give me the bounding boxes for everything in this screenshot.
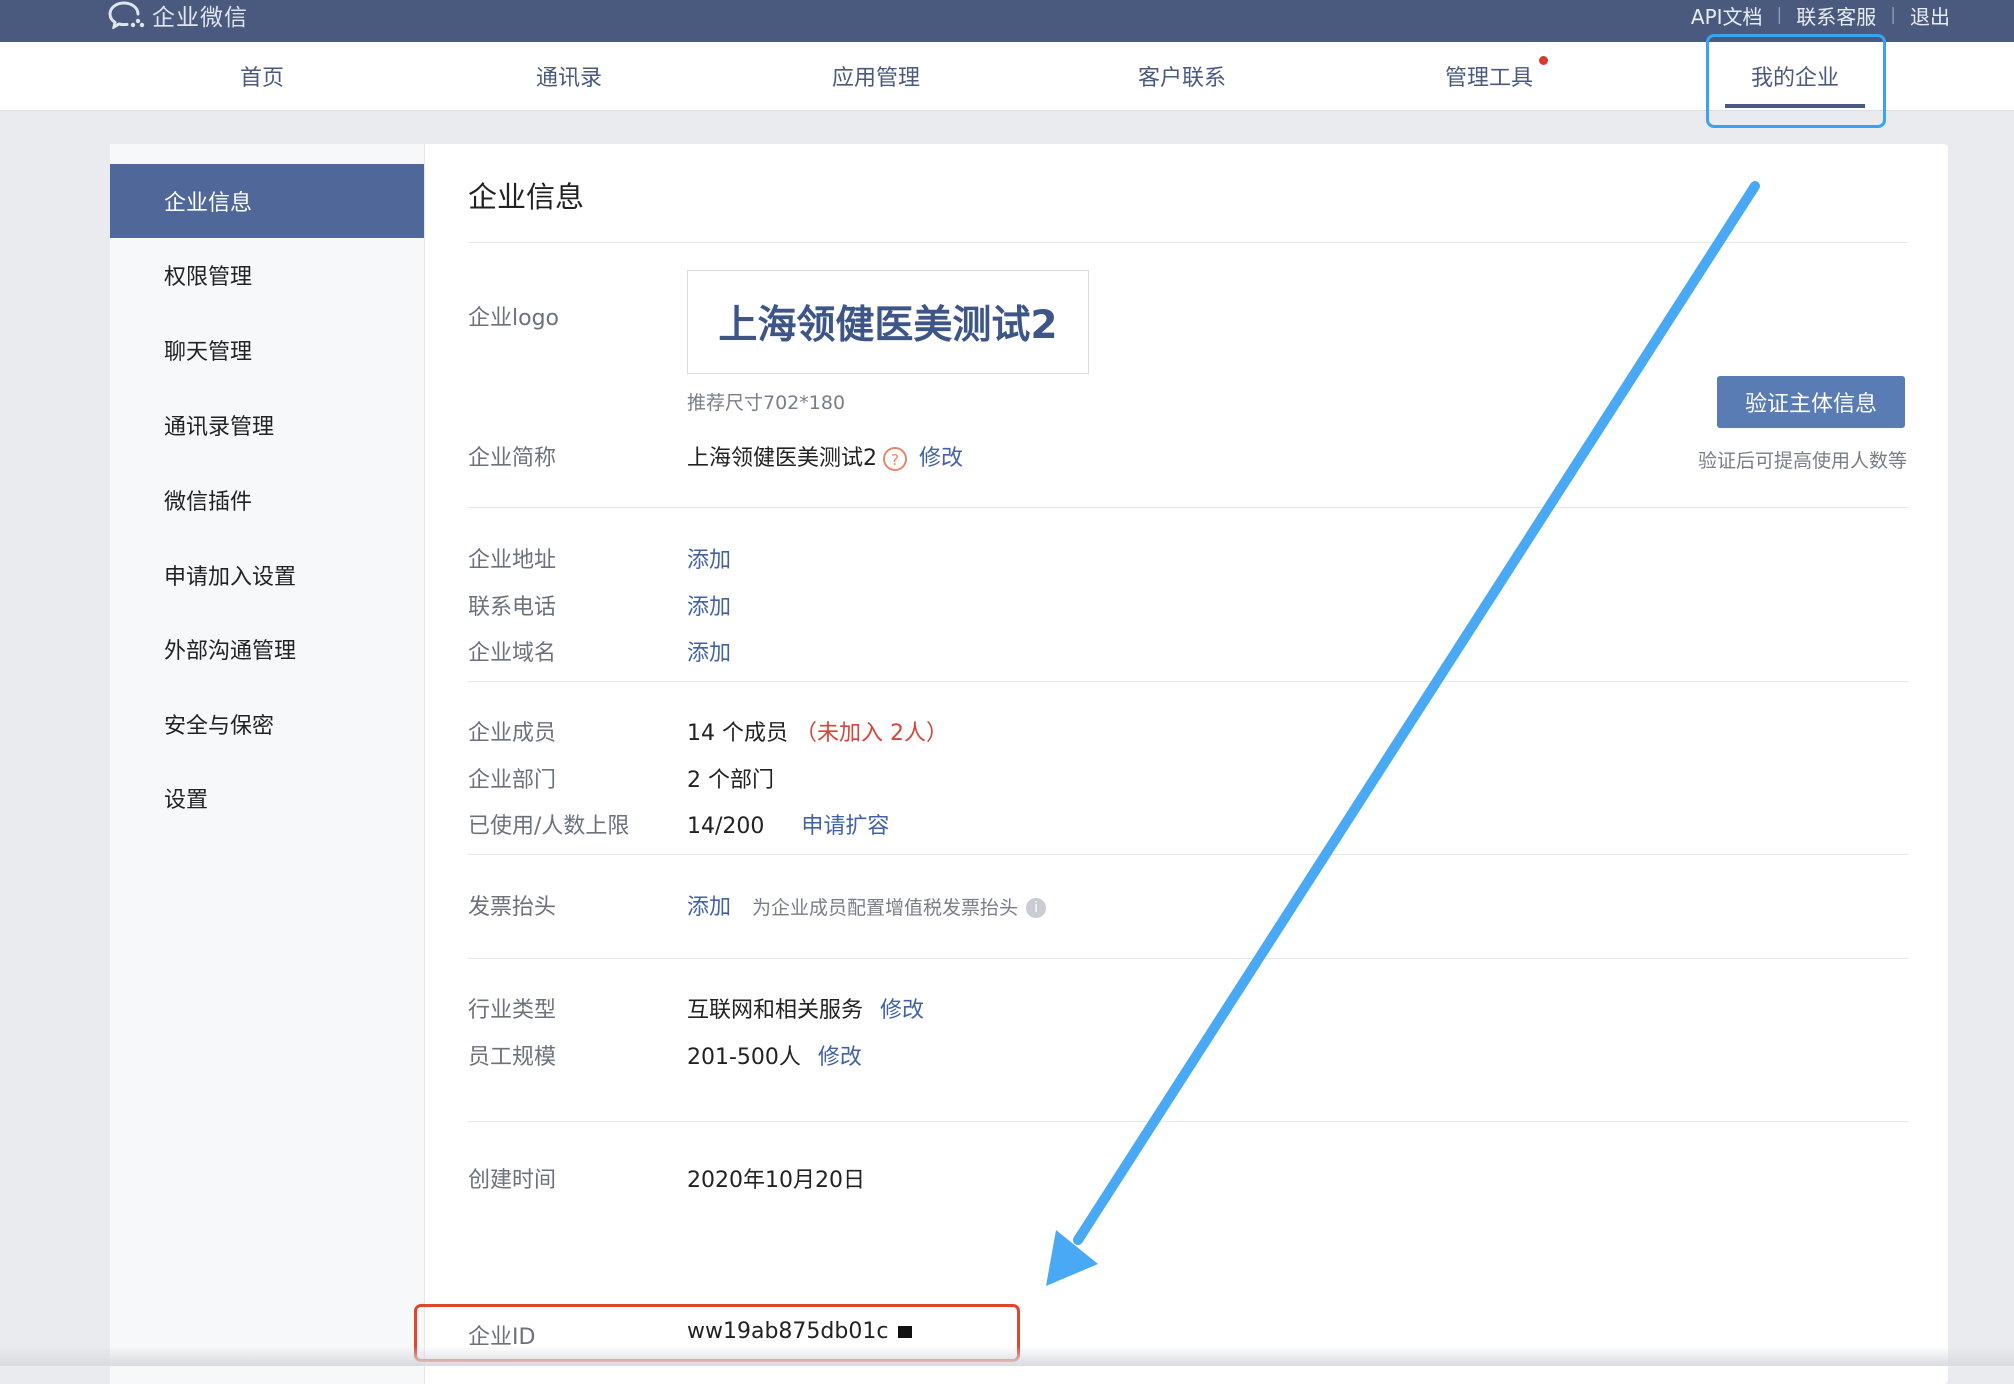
divider — [468, 1121, 1908, 1122]
add-phone-link[interactable]: 添加 — [687, 589, 731, 621]
sidebar-item-settings[interactable]: 设置 — [110, 761, 424, 835]
scale-label: 员工规模 — [468, 1045, 557, 1070]
add-domain-link[interactable]: 添加 — [687, 635, 731, 667]
divider — [468, 958, 1908, 959]
divider: | — [1776, 5, 1783, 25]
nav-customer-contact[interactable]: 客户联系 — [1072, 42, 1292, 110]
sidebar-item-label: 通讯录管理 — [164, 415, 275, 440]
scale-row: 201-500人 修改 — [687, 1039, 862, 1071]
short-name-value: 上海领健医美测试2 — [687, 446, 877, 471]
logout-link[interactable]: 退出 — [1910, 1, 1950, 30]
members-row: 14 个成员 （未加入 2人） — [687, 715, 948, 747]
main-card: 企业信息 权限管理 聊天管理 通讯录管理 微信插件 申请加入设置 外部沟通管理 … — [110, 144, 1948, 1384]
logo-size-hint: 推荐尺寸702*180 — [687, 392, 846, 414]
not-joined-count[interactable]: （未加入 2人） — [795, 721, 948, 746]
nav-management-tools[interactable]: 管理工具 — [1379, 42, 1599, 110]
sidebar-item-permissions[interactable]: 权限管理 — [110, 238, 424, 312]
contact-support-link[interactable]: 联系客服 — [1796, 1, 1876, 30]
sidebar-item-chat-management[interactable]: 聊天管理 — [110, 313, 424, 387]
wecom-logo-icon — [108, 1, 145, 29]
verify-hint: 验证后可提高使用人数等 — [1697, 450, 1907, 472]
industry-label: 行业类型 — [468, 998, 557, 1023]
members-label: 企业成员 — [468, 721, 557, 746]
invoice-row: 添加 为企业成员配置增值税发票抬头 i — [687, 889, 1047, 921]
members-count: 14 个成员 — [687, 721, 788, 746]
notification-dot — [1539, 56, 1548, 65]
top-links: API文档 | 联系客服 | 退出 — [1691, 0, 1950, 30]
nav-label: 首页 — [239, 66, 284, 91]
nav-home[interactable]: 首页 — [152, 42, 372, 110]
divider — [468, 854, 1908, 855]
edit-short-name-link[interactable]: 修改 — [919, 446, 963, 471]
edit-scale-link[interactable]: 修改 — [818, 1045, 862, 1070]
sidebar-item-label: 设置 — [164, 788, 209, 813]
brand-name: 企业微信 — [152, 5, 248, 31]
sidebar-item-external-communication[interactable]: 外部沟通管理 — [110, 612, 424, 686]
bottom-edge-shadow — [0, 1346, 2014, 1366]
industry-value: 互联网和相关服务 — [687, 998, 864, 1023]
sidebar-item-label: 企业信息 — [164, 191, 253, 216]
api-docs-link[interactable]: API文档 — [1691, 1, 1763, 30]
nav-label: 管理工具 — [1444, 66, 1533, 91]
quota-value: 14/200 — [687, 814, 765, 839]
info-icon[interactable]: i — [1026, 898, 1047, 918]
short-name-row: 上海领健医美测试2? 修改 — [687, 440, 963, 472]
sidebar-item-enterprise-info[interactable]: 企业信息 — [110, 164, 424, 238]
sidebar-item-label: 外部沟通管理 — [164, 639, 297, 664]
help-icon[interactable]: ? — [883, 447, 907, 471]
nav-contacts[interactable]: 通讯录 — [459, 42, 679, 110]
brand[interactable]: 企业微信 — [108, 0, 248, 31]
sidebar-item-wechat-plugin[interactable]: 微信插件 — [110, 463, 424, 537]
add-address-link[interactable]: 添加 — [687, 542, 731, 574]
phone-label: 联系电话 — [468, 595, 557, 620]
nav-label: 通讯录 — [535, 66, 602, 91]
sidebar: 企业信息 权限管理 聊天管理 通讯录管理 微信插件 申请加入设置 外部沟通管理 … — [110, 144, 425, 1384]
sidebar-item-join-settings[interactable]: 申请加入设置 — [110, 538, 424, 612]
quota-row: 14/200 申请扩容 — [687, 808, 889, 840]
logo-label: 企业logo — [468, 306, 559, 331]
sidebar-item-label: 申请加入设置 — [164, 565, 297, 590]
sidebar-item-label: 聊天管理 — [164, 340, 253, 365]
industry-row: 互联网和相关服务 修改 — [687, 992, 924, 1024]
sidebar-item-security[interactable]: 安全与保密 — [110, 687, 424, 761]
scale-value: 201-500人 — [687, 1045, 801, 1070]
divider: | — [1890, 5, 1896, 25]
invoice-hint: 为企业成员配置增值税发票抬头 — [752, 897, 1019, 919]
sidebar-item-label: 安全与保密 — [164, 714, 275, 739]
apply-expansion-link[interactable]: 申请扩容 — [801, 814, 889, 839]
invoice-label: 发票抬头 — [468, 895, 557, 920]
edit-industry-link[interactable]: 修改 — [880, 998, 924, 1023]
enterprise-logo[interactable]: 上海领健医美测试2 — [687, 270, 1089, 374]
divider — [468, 507, 1908, 508]
sidebar-item-label: 微信插件 — [164, 490, 253, 515]
nav-label: 应用管理 — [831, 66, 920, 91]
page-title: 企业信息 — [468, 180, 585, 214]
departments-label: 企业部门 — [468, 768, 557, 793]
nav-annotation-highlight — [1706, 34, 1886, 128]
sidebar-item-label: 权限管理 — [164, 265, 253, 290]
nav-app-management[interactable]: 应用管理 — [766, 42, 986, 110]
divider — [468, 242, 1908, 243]
departments-count: 2 个部门 — [687, 768, 774, 793]
divider — [468, 681, 1908, 682]
domain-label: 企业域名 — [468, 641, 557, 666]
address-label: 企业地址 — [468, 548, 557, 573]
sidebar-item-contacts-management[interactable]: 通讯录管理 — [110, 388, 424, 462]
quota-label: 已使用/人数上限 — [468, 814, 630, 839]
nav-label: 客户联系 — [1137, 66, 1226, 91]
short-name-label: 企业简称 — [468, 446, 557, 471]
add-invoice-link[interactable]: 添加 — [687, 895, 731, 920]
verify-entity-button[interactable]: 验证主体信息 — [1717, 376, 1905, 428]
created-value: 2020年10月20日 — [687, 1168, 865, 1193]
created-label: 创建时间 — [468, 1168, 557, 1193]
